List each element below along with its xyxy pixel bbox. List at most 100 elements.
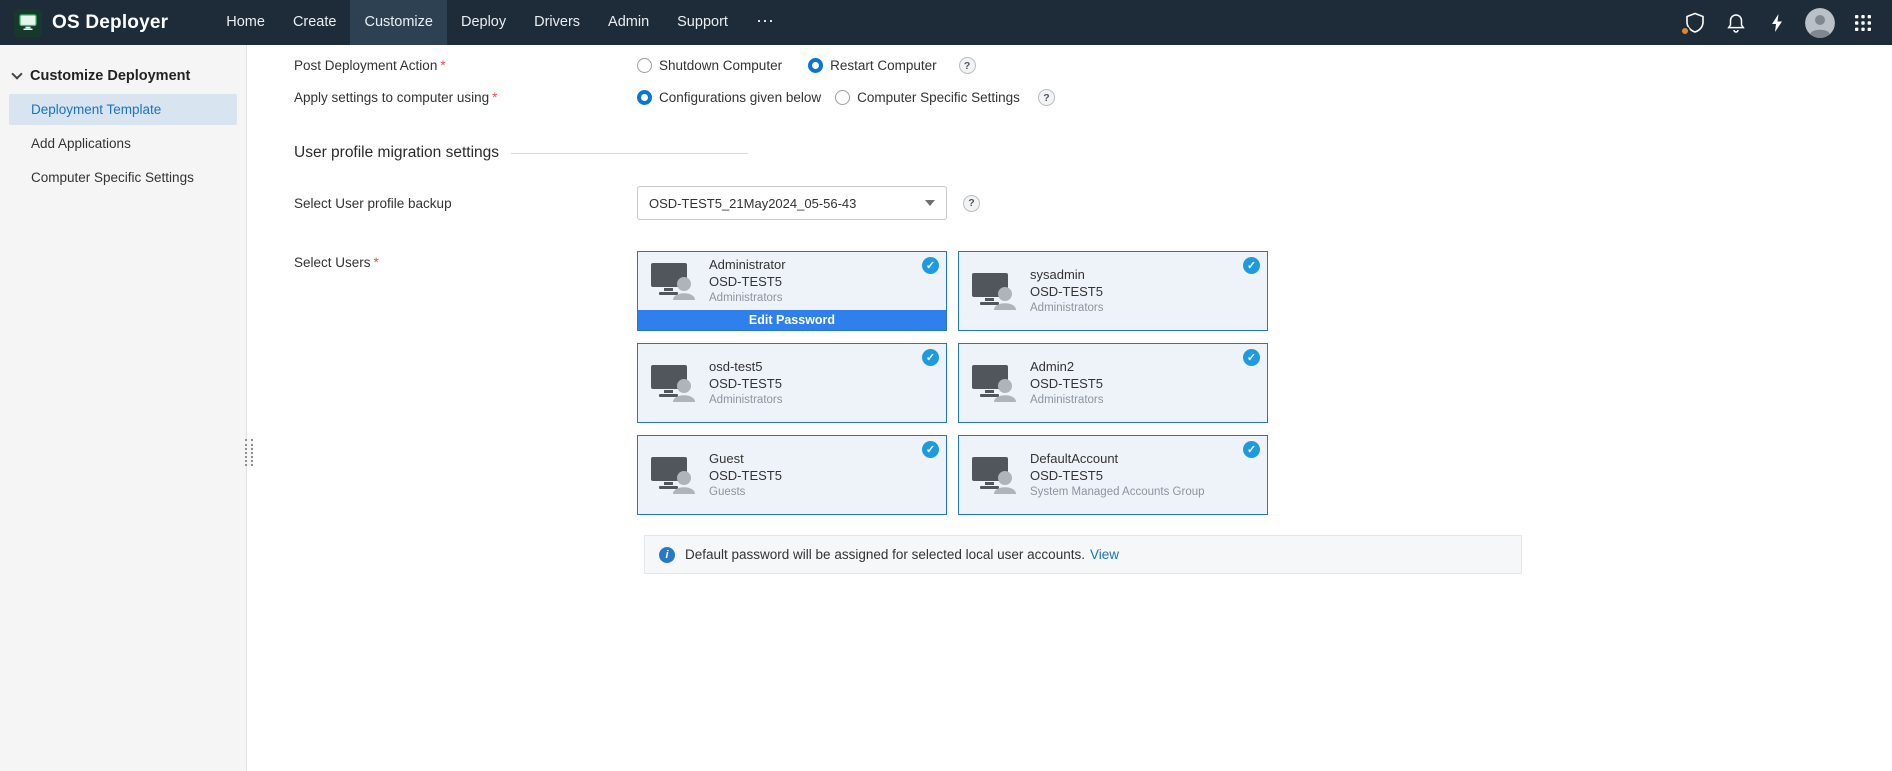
radio-unselected-icon[interactable] [637,58,652,73]
app-title: OS Deployer [52,12,168,34]
user-computer-name: OSD-TEST5 [709,375,783,392]
sidebar-section-customize-deployment[interactable]: Customize Deployment [13,68,246,84]
quick-actions-flash-icon[interactable] [1764,10,1790,36]
app-logo-icon[interactable] [14,9,42,37]
selected-check-icon[interactable]: ✓ [1243,349,1260,366]
monitor-logo-glyph [19,14,37,31]
left-sidebar: Customize Deployment Deployment Template… [0,45,247,771]
user-card-text: osd-test5 OSD-TEST5 Administrators [709,358,783,408]
main-content: Post Deployment Action* Shutdown Compute… [248,45,1892,771]
avatar-glyph [1805,8,1835,38]
profile-backup-label: Select User profile backup [294,196,637,211]
user-group: Administrators [1030,300,1104,316]
user-group: Administrators [709,290,786,306]
user-computer-icon [650,262,696,300]
apps-grid-icon[interactable] [1850,10,1876,36]
label-text: Apply settings to computer using [294,90,489,105]
selected-check-icon[interactable]: ✓ [1243,257,1260,274]
user-card-text: Administrator OSD-TEST5 Administrators [709,256,786,306]
row-profile-backup: Select User profile backup OSD-TEST5_21M… [294,186,1892,220]
selected-check-icon[interactable]: ✓ [922,441,939,458]
selected-check-icon[interactable]: ✓ [922,257,939,274]
user-cards-grid: Administrator OSD-TEST5 Administrators ✓… [637,251,1268,515]
nav-item-deploy[interactable]: Deploy [447,0,520,45]
post-deployment-action-label: Post Deployment Action* [294,58,637,73]
user-group: System Managed Accounts Group [1030,484,1205,500]
help-icon[interactable]: ? [963,195,980,212]
radio-configurations-given-below[interactable]: Configurations given below [637,90,821,105]
user-card-administrator[interactable]: Administrator OSD-TEST5 Administrators ✓… [637,251,947,331]
user-avatar[interactable] [1805,8,1835,38]
notification-bell-icon[interactable] [1723,10,1749,36]
radio-label: Computer Specific Settings [857,90,1020,105]
user-computer-icon [971,364,1017,402]
sidebar-item-computer-specific-settings[interactable]: Computer Specific Settings [9,162,237,193]
user-name: osd-test5 [709,358,783,375]
select-users-label: Select Users* [294,255,637,270]
selected-check-icon[interactable]: ✓ [1243,441,1260,458]
radio-selected-icon[interactable] [808,58,823,73]
user-group: Administrators [709,392,783,408]
sidebar-item-add-applications[interactable]: Add Applications [9,128,237,159]
help-icon[interactable]: ? [959,57,976,74]
nav-more-menu-icon[interactable]: ⋯ [742,0,788,45]
user-computer-name: OSD-TEST5 [1030,283,1104,300]
nav-item-admin[interactable]: Admin [594,0,663,45]
profile-backup-dropdown[interactable]: OSD-TEST5_21May2024_05-56-43 [637,186,947,220]
user-group: Administrators [1030,392,1104,408]
user-card-sysadmin[interactable]: sysadmin OSD-TEST5 Administrators ✓ [958,251,1268,331]
apply-settings-radio-group: Configurations given below Computer Spec… [637,89,1055,106]
default-password-info-bar: i Default password will be assigned for … [644,535,1522,574]
user-card-text: DefaultAccount OSD-TEST5 System Managed … [1030,450,1205,500]
radio-computer-specific-settings[interactable]: Computer Specific Settings [835,90,1020,105]
user-computer-icon [650,456,696,494]
flash-glyph [1770,13,1784,33]
user-card-osd-test5[interactable]: osd-test5 OSD-TEST5 Administrators ✓ [637,343,947,423]
selected-check-icon[interactable]: ✓ [922,349,939,366]
radio-selected-icon[interactable] [637,90,652,105]
info-text: Default password will be assigned for se… [685,547,1085,562]
view-link[interactable]: View [1090,547,1119,562]
sidebar-item-deployment-template[interactable]: Deployment Template [9,94,237,125]
radio-label: Shutdown Computer [659,58,782,73]
user-card-text: Admin2 OSD-TEST5 Administrators [1030,358,1104,408]
user-card-text: sysadmin OSD-TEST5 Administrators [1030,266,1104,316]
chevron-down-icon [11,68,22,79]
user-computer-icon [650,364,696,402]
user-computer-icon [971,456,1017,494]
user-computer-name: OSD-TEST5 [1030,467,1205,484]
required-asterisk: * [492,90,497,105]
topbar-right-icons [1682,8,1876,38]
radio-restart-computer[interactable]: Restart Computer [808,58,937,73]
user-computer-icon [971,272,1017,310]
nav-item-support[interactable]: Support [663,0,742,45]
pane-resize-handle[interactable] [245,439,253,466]
radio-unselected-icon[interactable] [835,90,850,105]
radio-label: Restart Computer [830,58,937,73]
help-icon[interactable]: ? [1038,89,1055,106]
radio-shutdown-computer[interactable]: Shutdown Computer [637,58,782,73]
edit-password-button[interactable]: Edit Password [638,310,946,330]
user-name: Guest [709,450,782,467]
user-card-admin2[interactable]: Admin2 OSD-TEST5 Administrators ✓ [958,343,1268,423]
row-select-users: Select Users* Administrator OSD-TEST5 Ad… [294,251,1892,515]
nav-item-customize[interactable]: Customize [350,0,447,45]
user-card-text: Guest OSD-TEST5 Guests [709,450,782,500]
user-computer-name: OSD-TEST5 [709,273,786,290]
nav-item-home[interactable]: Home [212,0,279,45]
dropdown-selected-value: OSD-TEST5_21May2024_05-56-43 [649,196,856,211]
security-shield-icon[interactable] [1682,10,1708,36]
dropdown-caret-icon [925,200,935,206]
alert-badge-dot [1680,26,1690,36]
user-name: DefaultAccount [1030,450,1205,467]
section-user-profile-migration: User profile migration settings [294,144,1892,162]
required-asterisk: * [440,58,445,73]
nav-item-drivers[interactable]: Drivers [520,0,594,45]
user-name: sysadmin [1030,266,1104,283]
user-group: Guests [709,484,782,500]
main-nav: Home Create Customize Deploy Drivers Adm… [212,0,788,45]
user-card-guest[interactable]: Guest OSD-TEST5 Guests ✓ [637,435,947,515]
user-card-defaultaccount[interactable]: DefaultAccount OSD-TEST5 System Managed … [958,435,1268,515]
post-deployment-radio-group: Shutdown Computer Restart Computer ? [637,57,976,74]
nav-item-create[interactable]: Create [279,0,351,45]
